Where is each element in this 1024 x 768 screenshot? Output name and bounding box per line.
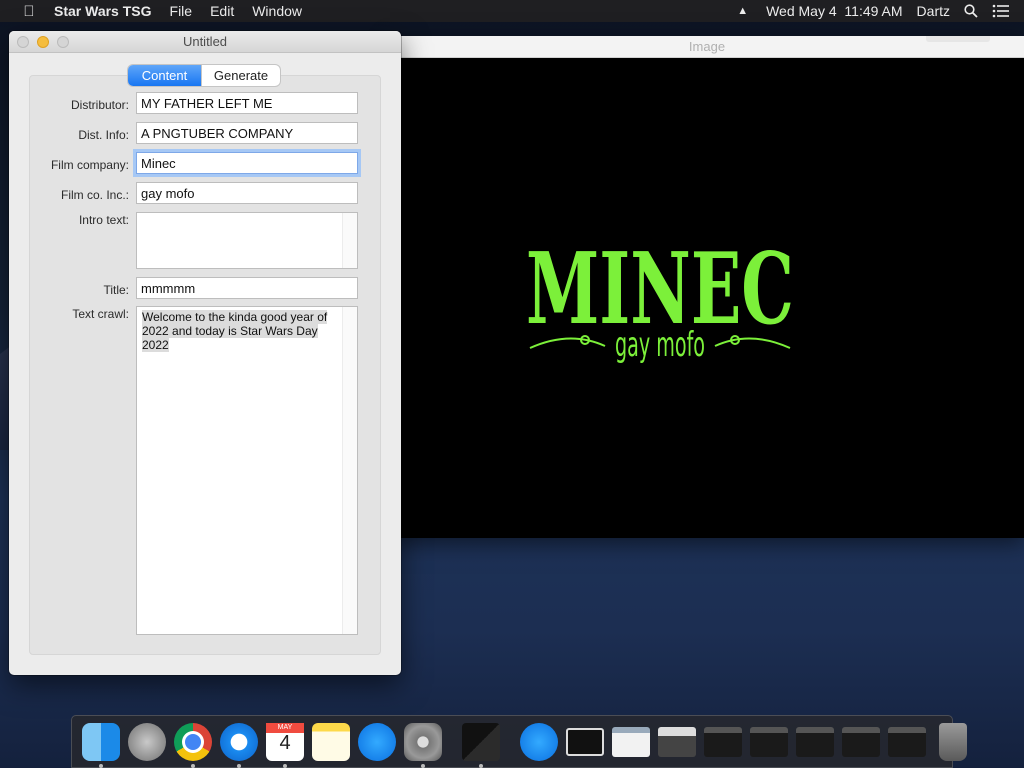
- film-co-inc-label: Film co. Inc.:: [60, 188, 129, 202]
- safari-icon: [220, 722, 258, 761]
- system-preferences-icon: [404, 722, 442, 761]
- menubar-clock[interactable]: Wed May 4 11:49 AM: [766, 3, 902, 19]
- dock-app-store-download[interactable]: [520, 722, 558, 761]
- eject-icon[interactable]: ▲: [737, 5, 748, 17]
- running-indicator: [479, 763, 483, 768]
- image-window-title: Image: [688, 39, 726, 54]
- image-window-titlebar[interactable]: Image: [390, 36, 1024, 58]
- tab-segmented-control: Content Generate: [128, 65, 280, 86]
- window-thumbnail-icon: [658, 726, 696, 757]
- tab-content[interactable]: Content: [128, 65, 201, 86]
- dock-minimized-window-8[interactable]: [888, 723, 926, 761]
- dist-info-label: Dist. Info:: [78, 128, 129, 142]
- main-window-titlebar[interactable]: Untitled: [9, 31, 401, 53]
- main-window: Untitled Content Generate Distributor: D…: [9, 31, 401, 675]
- menu-window[interactable]: Window: [252, 3, 302, 19]
- apple-menu-icon[interactable]: : [19, 3, 39, 20]
- dock-launchpad[interactable]: [128, 722, 166, 761]
- text-crawl-area[interactable]: Welcome to the kinda good year of 2022 a…: [136, 306, 358, 635]
- text-crawl-scrollbar[interactable]: [342, 307, 357, 634]
- text-crawl-content: Welcome to the kinda good year of 2022 a…: [142, 310, 328, 352]
- zoom-window-button[interactable]: [57, 36, 69, 48]
- tab-generate[interactable]: Generate: [201, 65, 280, 86]
- dock-minimized-window-5[interactable]: [750, 723, 788, 761]
- calendar-icon: MAY 4: [266, 722, 304, 761]
- dock-finder[interactable]: [82, 722, 120, 768]
- app-store-download-icon: [520, 722, 558, 761]
- menu-bar:  Star Wars TSG File Edit Window ▲ Wed M…: [0, 0, 1024, 22]
- dist-info-field[interactable]: [136, 122, 358, 144]
- dock-calendar[interactable]: MAY 4: [266, 722, 304, 768]
- notes-icon: [312, 722, 350, 761]
- dock-trash[interactable]: [934, 722, 967, 761]
- intro-text-scrollbar[interactable]: [342, 213, 357, 268]
- distributor-label: Distributor:: [70, 98, 129, 112]
- logo-subtitle-text: gay mofo: [615, 325, 705, 365]
- film-company-label: Film company:: [50, 158, 129, 172]
- minimize-window-button[interactable]: [37, 36, 49, 48]
- title-label: Title:: [103, 283, 129, 297]
- window-thumbnail-icon: [842, 726, 880, 757]
- menubar-user[interactable]: Dartz: [917, 3, 950, 19]
- spotlight-search-icon[interactable]: [964, 4, 978, 18]
- running-indicator: [283, 763, 287, 768]
- intro-text-label: Intro text:: [78, 213, 129, 227]
- main-window-title: Untitled: [182, 34, 228, 49]
- calendar-day: 4: [279, 731, 291, 754]
- window-thumbnail-icon: [796, 726, 834, 757]
- launchpad-icon: [128, 722, 166, 761]
- window-thumbnail-icon: [750, 726, 788, 757]
- window-thumbnail-icon: [612, 726, 650, 757]
- window-controls: [17, 36, 77, 48]
- titlebar-tab-stub: [926, 36, 990, 42]
- dock-minimized-window-1[interactable]: [566, 723, 604, 761]
- dock-minimized-window-2[interactable]: [612, 723, 650, 761]
- dock-app-store[interactable]: [358, 722, 396, 761]
- dock-safari[interactable]: [220, 722, 258, 768]
- intro-text-area[interactable]: [136, 212, 358, 269]
- dock-notes[interactable]: [312, 722, 350, 761]
- dock-system-preferences[interactable]: [404, 722, 442, 768]
- notification-center-icon[interactable]: [992, 4, 1010, 18]
- finder-icon: [82, 722, 120, 761]
- dock-star-wars-tsg[interactable]: [462, 722, 500, 768]
- calendar-month: MAY: [266, 722, 304, 733]
- dock-chrome[interactable]: [174, 722, 212, 768]
- app-store-icon: [358, 722, 396, 761]
- running-indicator: [99, 763, 103, 768]
- image-window: Image MINEC gay mofo: [390, 36, 1024, 538]
- running-indicator: [237, 763, 241, 768]
- star-wars-tsg-icon: [462, 722, 500, 761]
- minec-logo: MINEC gay mofo: [526, 232, 794, 365]
- text-crawl-label: Text crawl:: [72, 307, 129, 321]
- dock-minimized-window-4[interactable]: [704, 723, 742, 761]
- distributor-field[interactable]: [136, 92, 358, 114]
- window-thumbnail-icon: [888, 726, 926, 757]
- dock: MAY 4: [71, 715, 967, 768]
- dock-minimized-window-7[interactable]: [842, 723, 880, 761]
- menu-edit[interactable]: Edit: [210, 3, 234, 19]
- app-menu[interactable]: Star Wars TSG: [54, 3, 152, 19]
- film-co-inc-field[interactable]: [136, 182, 358, 204]
- dock-minimized-window-6[interactable]: [796, 723, 834, 761]
- trash-icon: [939, 722, 967, 761]
- window-thumbnail-icon: [704, 726, 742, 757]
- chrome-icon: [174, 722, 212, 761]
- close-window-button[interactable]: [17, 36, 29, 48]
- title-field[interactable]: [136, 277, 358, 299]
- window-thumbnail-icon: [566, 727, 604, 756]
- film-company-field[interactable]: [136, 152, 358, 174]
- menu-file[interactable]: File: [170, 3, 193, 19]
- running-indicator: [191, 763, 195, 768]
- running-indicator: [421, 763, 425, 768]
- image-canvas: MINEC gay mofo: [390, 58, 1024, 538]
- dock-minimized-window-3[interactable]: [658, 723, 696, 761]
